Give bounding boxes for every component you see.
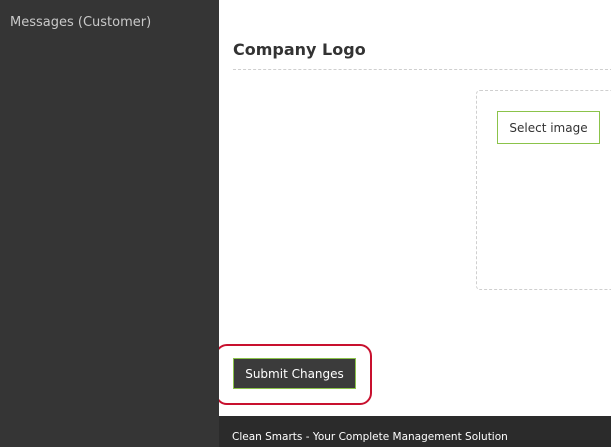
sidebar: Messages (Customer) (0, 0, 219, 447)
sidebar-item-messages-customer[interactable]: Messages (Customer) (10, 15, 151, 30)
footer: Clean Smarts - Your Complete Management … (219, 416, 611, 447)
page: Messages (Customer) Company Logo Select … (0, 0, 611, 447)
main-content: Company Logo Select image Submit Changes (219, 0, 611, 416)
section-title-company-logo: Company Logo (233, 40, 366, 59)
logo-upload-area[interactable]: Select image (476, 90, 611, 290)
select-image-button[interactable]: Select image (497, 111, 600, 144)
footer-text: Clean Smarts - Your Complete Management … (232, 431, 508, 443)
submit-changes-button[interactable]: Submit Changes (233, 358, 356, 389)
section-divider (233, 69, 611, 70)
